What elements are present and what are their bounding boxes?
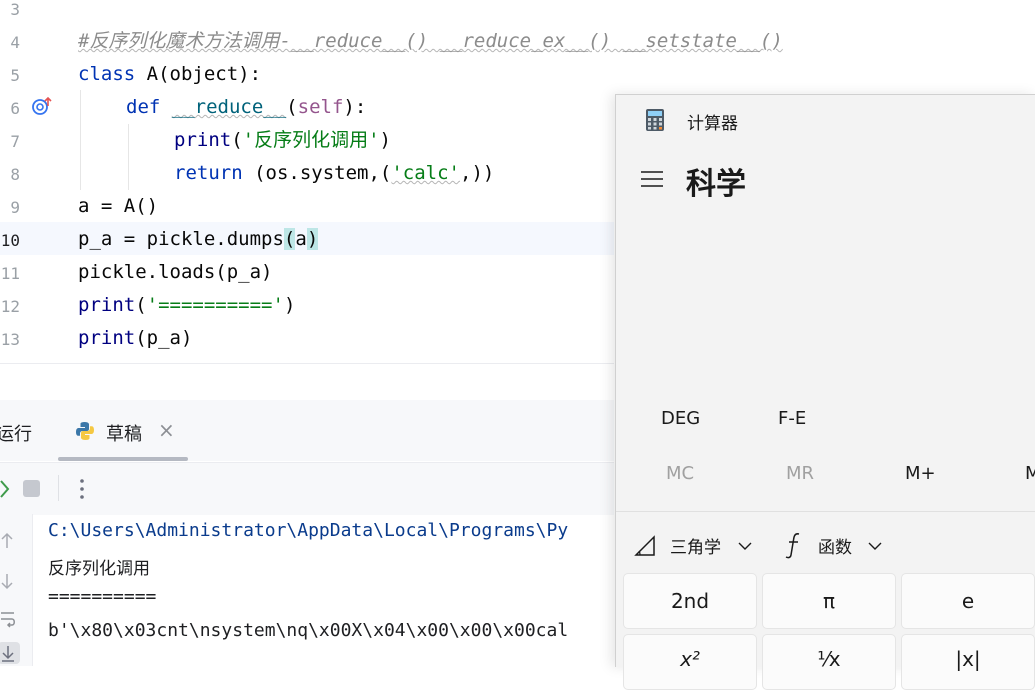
code-line-11: pickle.loads(p_a) — [78, 261, 273, 283]
reciprocal-button[interactable]: ¹⁄x — [762, 634, 896, 690]
console-output-line: C:\Users\Administrator\AppData\Local\Pro… — [48, 520, 569, 541]
divider — [616, 511, 1035, 512]
chevron-down-icon — [738, 542, 752, 550]
more-options-icon[interactable] — [78, 477, 86, 501]
memory-recall-button[interactable]: MR — [786, 463, 814, 484]
absolute-value-button[interactable]: |x| — [901, 634, 1035, 690]
indent-guide — [128, 124, 129, 190]
console-side-toolbar — [0, 514, 33, 666]
rerun-icon[interactable] — [0, 479, 10, 499]
square-button[interactable]: x² — [623, 634, 757, 690]
stop-icon[interactable] — [23, 480, 40, 497]
fe-button[interactable]: F-E — [778, 408, 806, 429]
scroll-to-end-icon — [2, 646, 14, 662]
calculator-app-icon — [646, 109, 664, 131]
chevron-down-icon — [868, 542, 882, 550]
code-line-7: print('反序列化调用') — [174, 129, 391, 151]
line-number: 7 — [10, 132, 20, 151]
memory-clear-button[interactable]: MC — [666, 463, 694, 484]
scroll-to-end-button[interactable] — [0, 642, 20, 664]
code-line-9: a = A() — [78, 195, 159, 217]
panel-spacer — [0, 364, 614, 401]
toolbar-separator — [58, 475, 59, 501]
code-line-12: print('==========') — [78, 294, 296, 316]
scroll-up-icon[interactable] — [0, 532, 14, 550]
angle-unit-button[interactable]: DEG — [661, 408, 700, 429]
code-line-5: class A(object): — [78, 63, 262, 85]
tool-window-tabs: 运行 草稿 × — [0, 400, 614, 461]
code-line-8: return (os.system,('calc',)) — [174, 162, 495, 184]
python-icon — [76, 422, 94, 440]
triangle-icon — [634, 535, 655, 556]
memory-subtract-button[interactable]: M — [1025, 463, 1035, 484]
window-title: 计算器 — [687, 114, 738, 134]
second-function-button[interactable]: 2nd — [623, 573, 757, 629]
line-number: 9 — [10, 198, 20, 217]
line-number: 13 — [0, 330, 20, 349]
tab-scratch[interactable]: 草稿 — [106, 420, 142, 446]
indent-guide — [80, 90, 81, 190]
console-output-line: ========== — [48, 586, 157, 607]
soft-wrap-icon[interactable] — [0, 610, 16, 628]
active-tab-indicator — [58, 457, 188, 461]
console-output-line: 反序列化调用 — [48, 559, 150, 579]
run-toolbar — [0, 462, 614, 515]
close-tab-icon[interactable]: × — [158, 418, 175, 442]
memory-add-button[interactable]: M+ — [905, 463, 936, 484]
pi-button[interactable]: π — [762, 573, 896, 629]
tab-run[interactable]: 运行 — [0, 420, 32, 446]
trigonometry-label: 三角学 — [670, 538, 721, 558]
calculator-mode-title: 科学 — [686, 167, 746, 202]
line-number: 8 — [10, 165, 20, 184]
code-line-13: print(p_a) — [78, 327, 193, 349]
override-method-icon[interactable] — [31, 96, 53, 116]
line-number: 4 — [10, 33, 20, 52]
function-icon — [785, 533, 800, 559]
calculator-window[interactable]: 计算器 科学 DEG F-E MC MR M+ M 三角学 函数 2nd π e — [615, 94, 1035, 690]
code-line-10: p_a = pickle.dumps(a) — [78, 228, 319, 250]
line-number: 12 — [0, 297, 20, 316]
line-number: 10 — [0, 231, 20, 250]
hamburger-menu-icon[interactable] — [640, 169, 664, 189]
console-output-line: b'\x80\x03cnt\nsystem\nq\x00X\x04\x00\x0… — [48, 620, 569, 641]
code-line-4: #反序列化魔术方法调用-__reduce__() __reduce_ex__()… — [78, 30, 783, 52]
code-line-6: def __reduce__(self): — [126, 96, 367, 118]
line-number: 3 — [10, 0, 20, 19]
euler-button[interactable]: e — [901, 573, 1035, 629]
line-number: 11 — [0, 264, 20, 283]
line-number: 5 — [10, 66, 20, 85]
function-label: 函数 — [818, 538, 852, 558]
scroll-down-icon[interactable] — [0, 572, 14, 590]
